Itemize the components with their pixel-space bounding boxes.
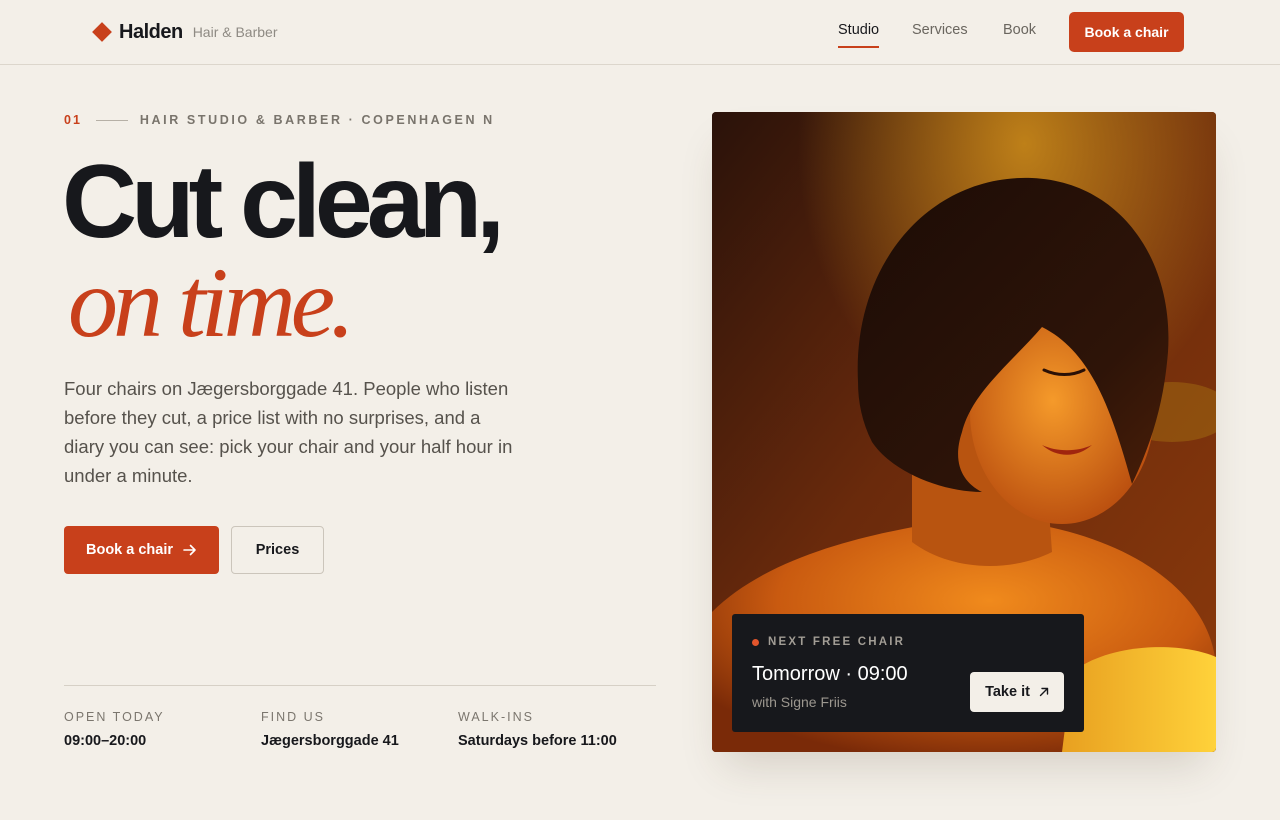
info-divider [64, 685, 656, 686]
brand-name: Halden [119, 20, 183, 43]
nav-link-book[interactable]: Book [1003, 22, 1036, 42]
hero-description: Four chairs on Jægersborggade 41. People… [64, 378, 513, 486]
brand-logo[interactable]: Halden Hair & Barber [92, 20, 278, 44]
info-address: FIND US Jægersborggade 41 [261, 710, 399, 749]
info-label: FIND US [261, 710, 325, 724]
info-value: 09:00–20:00 [64, 733, 147, 749]
info-label: OPEN TODAY [64, 710, 165, 724]
site-header: Halden Hair & Barber Studio Services Boo… [0, 0, 1280, 65]
hero-book-chair-button[interactable]: Book a chair [64, 526, 219, 574]
brand-tagline: Hair & Barber [192, 24, 278, 40]
info-value: Jægersborggade 41 [261, 733, 399, 749]
eyebrow-text: HAIR STUDIO & BARBER · COPENHAGEN N [139, 113, 495, 127]
take-it-button[interactable]: Take it [970, 672, 1064, 712]
hero-headline-line-2: on time. [68, 247, 355, 358]
next-chair-time: Tomorrow · 09:00 [752, 663, 908, 685]
hero-eyebrow: 01 HAIR STUDIO & BARBER · COPENHAGEN N [64, 112, 495, 128]
info-label: WALK-INS [458, 710, 534, 724]
availability-dot-icon [752, 638, 759, 646]
next-free-chair-card: NEXT FREE CHAIR Tomorrow · 09:00 with Si… [732, 614, 1084, 732]
info-walk-ins: WALK-INS Saturdays before 11:00 [458, 710, 617, 749]
diamond-logo-icon [92, 22, 112, 42]
hero-book-chair-label: Book a chair [85, 542, 174, 558]
info-opening-hours: OPEN TODAY 09:00–20:00 [64, 710, 165, 749]
next-chair-label: NEXT FREE CHAIR [752, 636, 905, 648]
header-book-chair-button[interactable]: Book a chair [1069, 12, 1184, 52]
hero-headline-line-1: Cut clean, [62, 144, 505, 260]
prices-button[interactable]: Prices [231, 526, 324, 574]
info-value: Saturdays before 11:00 [458, 733, 617, 749]
nav-link-studio[interactable]: Studio [838, 22, 880, 48]
arrow-right-icon [183, 544, 196, 556]
arrow-up-right-icon [1039, 687, 1049, 697]
next-chair-barber: with Signe Friis [752, 694, 847, 710]
take-it-label: Take it [985, 684, 1030, 700]
next-chair-label-text: NEXT FREE CHAIR [768, 636, 906, 648]
nav-link-services[interactable]: Services [912, 22, 968, 42]
eyebrow-divider [95, 119, 128, 121]
eyebrow-number: 01 [64, 113, 82, 127]
